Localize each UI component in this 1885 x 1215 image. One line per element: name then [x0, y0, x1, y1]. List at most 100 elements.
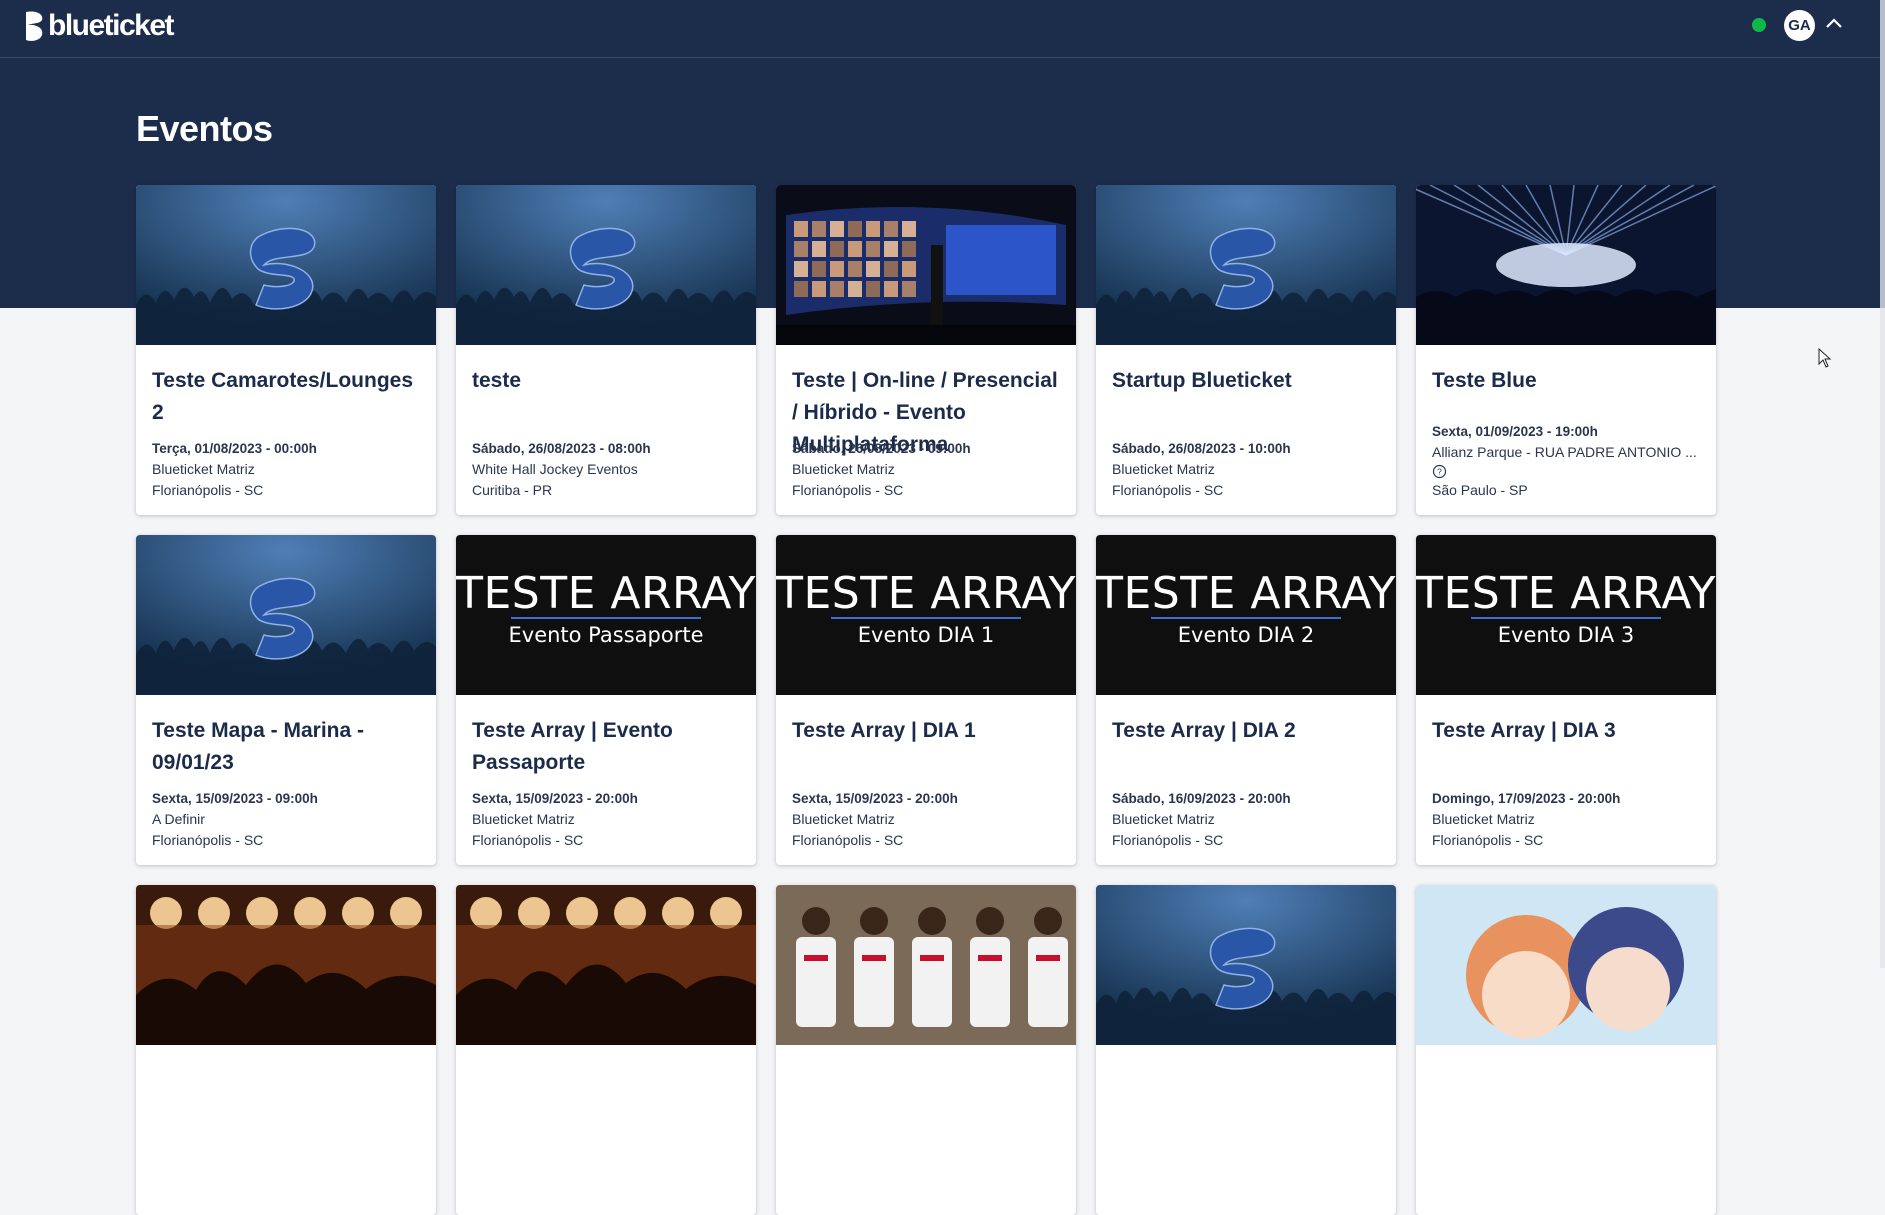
event-image: TESTE ARRAY Evento DIA 2 [1096, 535, 1396, 695]
event-title: Teste Blue [1432, 369, 1537, 392]
svg-text:?: ? [1437, 467, 1442, 477]
event-details: Sábado, 26/08/2023 - 08:00h White Hall Jo… [472, 438, 746, 501]
banner-subtitle: Evento DIA 3 [1497, 623, 1635, 647]
event-venue: Allianz Parque - RUA PADRE ANTONIO ... [1432, 444, 1697, 460]
banner-subtitle: Evento DIA 2 [1177, 623, 1315, 647]
logo-text: blueticket [48, 9, 175, 42]
event-details: Sexta, 15/09/2023 - 20:00h Blueticket Mat… [472, 788, 746, 851]
event-card[interactable]: teste Sábado, 26/08/2023 - 08:00h White Ha… [456, 185, 756, 515]
event-title: Teste Camarotes/Lounges 2 [152, 369, 414, 424]
top-navbar: blueticket GA [0, 0, 1880, 58]
event-city: Florianópolis - SC [472, 832, 584, 848]
event-date: Domingo, 17/09/2023 - 20:00h [1432, 791, 1621, 806]
event-card[interactable]: TESTE ARRAY Evento DIA 1 Teste Array | DIA… [776, 535, 1076, 865]
event-card[interactable]: Teste | On-line / Presencial / Híbrido -… [776, 185, 1076, 515]
event-city: Florianópolis - SC [1432, 832, 1544, 848]
page-title: Eventos [136, 108, 273, 149]
event-image: TESTE ARRAY Evento DIA 1 [776, 535, 1076, 695]
event-title: Teste Mapa - Marina - 09/01/23 [152, 719, 364, 774]
event-details: Sábado, 26/08/2023 - 09:00h Blueticket Ma… [792, 438, 1066, 501]
event-venue: Blueticket Matriz [472, 811, 575, 827]
event-city: Florianópolis - SC [1112, 482, 1224, 498]
event-details: Domingo, 17/09/2023 - 20:00h Blueticket M… [1432, 788, 1706, 851]
event-title: teste [472, 369, 522, 392]
event-card[interactable]: TESTE ARRAY Evento DIA 3 Teste Array | DIA… [1416, 535, 1716, 865]
event-image: TESTE ARRAY Evento DIA 3 [1416, 535, 1716, 695]
event-date: Sexta, 15/09/2023 - 20:00h [472, 791, 638, 806]
event-details: Sexta, 01/09/2023 - 19:00h Allianz Parque… [1432, 421, 1706, 501]
event-details: Sábado, 16/09/2023 - 20:00h Blueticket Ma… [1112, 788, 1386, 851]
online-status-indicator [1752, 18, 1766, 32]
event-venue: Blueticket Matriz [1112, 461, 1215, 477]
banner-title: TESTE ARRAY [1096, 568, 1396, 619]
event-details: Terça, 01/08/2023 - 00:00h Blueticket Mat… [152, 438, 426, 501]
event-card[interactable]: Teste Blue Sexta, 01/09/2023 - 19:00h Alli… [1416, 185, 1716, 515]
event-card[interactable]: TESTE ARRAY Evento Passaporte Teste Array … [456, 535, 756, 865]
event-image [776, 885, 1076, 1045]
event-image [1096, 185, 1396, 345]
chevron-up-icon[interactable] [1825, 16, 1843, 30]
event-date: Sábado, 26/08/2023 - 10:00h [1112, 441, 1291, 456]
event-card[interactable] [1096, 885, 1396, 1215]
event-date: Sexta, 15/09/2023 - 09:00h [152, 791, 318, 806]
event-image [1096, 885, 1396, 1045]
event-date: Sexta, 15/09/2023 - 20:00h [792, 791, 958, 806]
event-image: TESTE ARRAY Evento Passaporte [456, 535, 756, 695]
event-card[interactable] [776, 885, 1076, 1215]
event-image [776, 185, 1076, 345]
event-venue: White Hall Jockey Eventos [472, 461, 638, 477]
event-card[interactable]: Teste Camarotes/Lounges 2 Terça, 01/08/20… [136, 185, 436, 515]
event-image [456, 185, 756, 345]
mouse-cursor-icon [1818, 348, 1832, 368]
banner-subtitle: Evento DIA 1 [857, 623, 995, 647]
event-date: Sábado, 16/09/2023 - 20:00h [1112, 791, 1291, 806]
event-card[interactable] [1416, 885, 1716, 1215]
event-card[interactable]: Startup Blueticket Sábado, 26/08/2023 - 1… [1096, 185, 1396, 515]
scrollbar-track[interactable] [1880, 0, 1885, 968]
event-title: Teste Array | Evento Passaporte [472, 719, 673, 774]
event-city: Florianópolis - SC [792, 482, 904, 498]
banner-title: TESTE ARRAY [456, 568, 756, 619]
event-venue: Blueticket Matriz [792, 461, 895, 477]
event-card[interactable]: Teste Mapa - Marina - 09/01/23 Sexta, 15/… [136, 535, 436, 865]
scrollbar-thumb[interactable] [1880, 0, 1885, 308]
event-title: Teste Array | DIA 3 [1432, 719, 1616, 742]
event-venue: Blueticket Matriz [1432, 811, 1535, 827]
event-card[interactable] [456, 885, 756, 1215]
event-venue: Blueticket Matriz [1112, 811, 1215, 827]
banner-title: TESTE ARRAY [776, 568, 1076, 619]
event-details: Sábado, 26/08/2023 - 10:00h Blueticket Ma… [1112, 438, 1386, 501]
help-circle-icon[interactable]: ? [1432, 464, 1447, 479]
event-date: Sábado, 26/08/2023 - 08:00h [472, 441, 651, 456]
event-city: Florianópolis - SC [152, 832, 264, 848]
event-details: Sexta, 15/09/2023 - 20:00h Blueticket Mat… [792, 788, 1066, 851]
event-image [1416, 185, 1716, 345]
event-date: Terça, 01/08/2023 - 00:00h [152, 441, 317, 456]
event-city: Florianópolis - SC [152, 482, 264, 498]
event-city: Curitiba - PR [472, 482, 553, 498]
blueticket-logo-icon [26, 11, 43, 41]
event-date: Sexta, 01/09/2023 - 19:00h [1432, 424, 1598, 439]
event-city: São Paulo - SP [1432, 482, 1528, 498]
event-card[interactable] [136, 885, 436, 1215]
event-title: Teste Array | DIA 2 [1112, 719, 1296, 742]
event-city: Florianópolis - SC [792, 832, 904, 848]
event-city: Florianópolis - SC [1112, 832, 1224, 848]
event-title: Teste Array | DIA 1 [792, 719, 976, 742]
event-title: Startup Blueticket [1112, 369, 1292, 392]
blueticket-logo[interactable]: blueticket [22, 9, 175, 43]
event-image [136, 885, 436, 1045]
banner-subtitle: Evento Passaporte [508, 623, 704, 647]
event-image [136, 185, 436, 345]
user-avatar[interactable]: GA [1784, 10, 1815, 41]
event-image [456, 885, 756, 1045]
event-venue: A Definir [152, 811, 205, 827]
event-venue: Blueticket Matriz [152, 461, 255, 477]
event-venue: Blueticket Matriz [792, 811, 895, 827]
event-image [136, 535, 436, 695]
event-details: Sexta, 15/09/2023 - 09:00h A Definir Flori… [152, 788, 426, 851]
banner-title: TESTE ARRAY [1416, 568, 1716, 619]
event-date: Sábado, 26/08/2023 - 09:00h [792, 441, 971, 456]
event-image [1416, 885, 1716, 1045]
event-card[interactable]: TESTE ARRAY Evento DIA 2 Teste Array | DIA… [1096, 535, 1396, 865]
